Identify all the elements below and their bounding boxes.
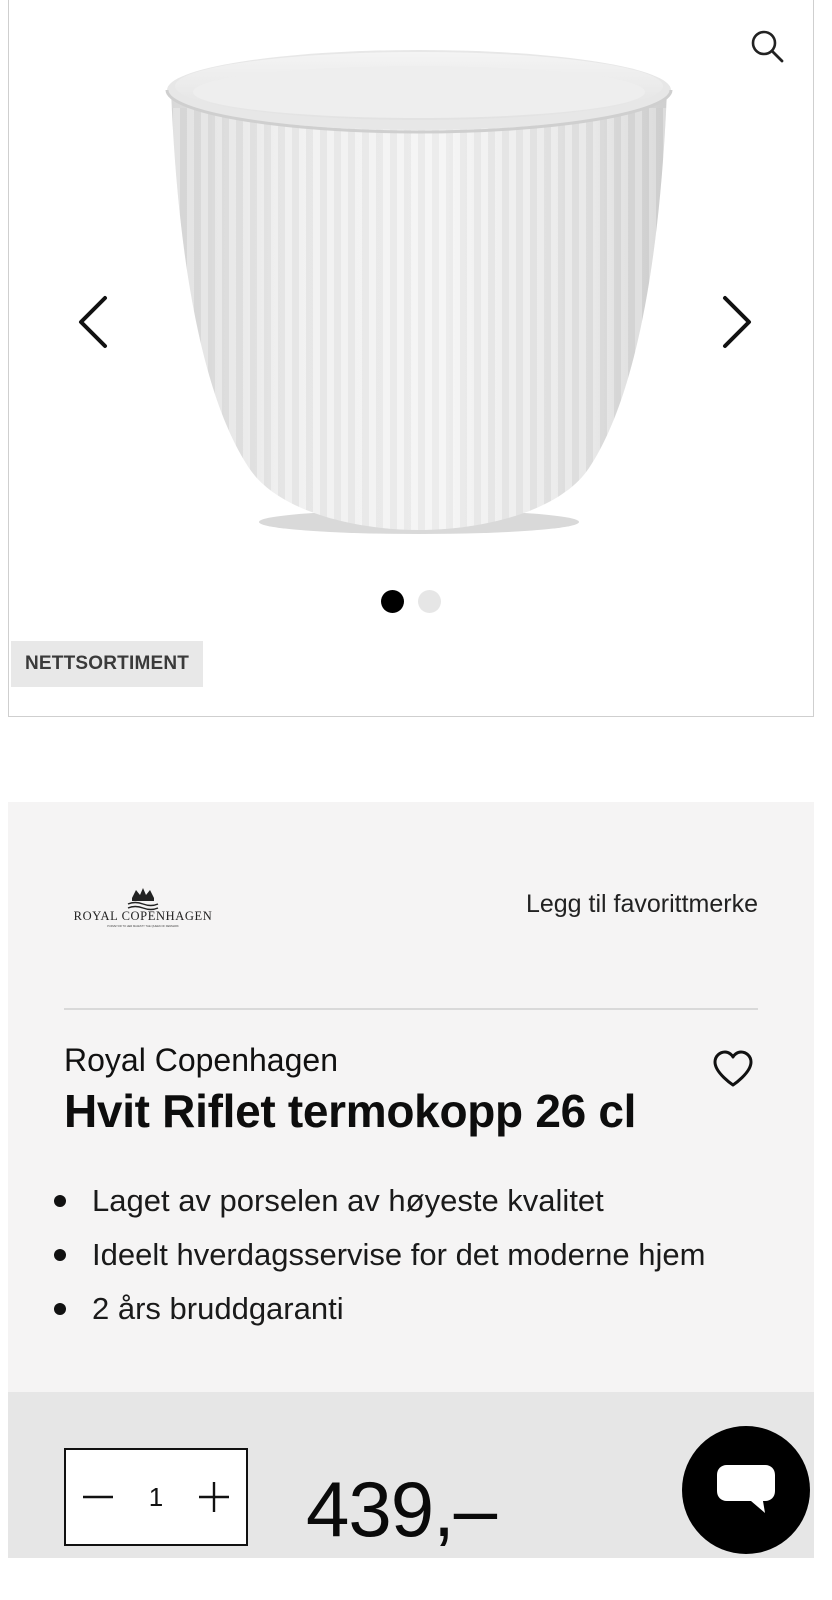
heart-icon: [713, 1050, 753, 1087]
feature-item: 2 års bruddgaranti: [54, 1282, 705, 1336]
product-title: Hvit Riflet termokopp 26 cl: [64, 1085, 637, 1137]
slide-indicator: [9, 590, 813, 613]
slide-dot-2[interactable]: [418, 590, 441, 613]
decrease-quantity-button[interactable]: [78, 1477, 118, 1517]
add-favorite-brand-link[interactable]: Legg til favorittmerke: [526, 890, 758, 919]
feature-item: Laget av porselen av høyeste kvalitet: [54, 1174, 705, 1228]
zoom-button[interactable]: [745, 24, 789, 68]
next-image-button[interactable]: [709, 290, 765, 354]
plus-icon: [199, 1482, 229, 1512]
brand-logo-subtext: PURVEYOR TO HER MAJESTY THE QUEEN OF DEN…: [107, 924, 179, 928]
chat-button[interactable]: [682, 1426, 810, 1554]
chevron-right-icon: [723, 296, 751, 348]
feature-item: Ideelt hverdagsservise for det moderne h…: [54, 1228, 705, 1282]
previous-image-button[interactable]: [65, 290, 121, 354]
quantity-input[interactable]: [136, 1480, 176, 1514]
bullet-icon: [54, 1303, 66, 1315]
chat-bubble-icon: [717, 1465, 775, 1513]
quantity-stepper: [64, 1448, 248, 1546]
crown-icon: [127, 888, 159, 911]
brand-logo-text: ROYAL COPENHAGEN: [74, 909, 213, 923]
brand-name[interactable]: Royal Copenhagen: [64, 1042, 338, 1079]
price: 439,–: [306, 1465, 497, 1553]
divider: [64, 1008, 758, 1010]
chevron-left-icon: [79, 296, 107, 348]
increase-quantity-button[interactable]: [194, 1477, 234, 1517]
slide-dot-1[interactable]: [381, 590, 404, 613]
favorite-button[interactable]: [708, 1044, 758, 1094]
bullet-icon: [54, 1195, 66, 1207]
minus-icon: [83, 1495, 113, 1499]
feature-list: Laget av porselen av høyeste kvalitet Id…: [54, 1174, 705, 1336]
product-image[interactable]: [159, 28, 679, 538]
brand-logo[interactable]: ROYAL COPENHAGEN PURVEYOR TO HER MAJESTY…: [68, 884, 218, 930]
product-info-card: ROYAL COPENHAGEN PURVEYOR TO HER MAJESTY…: [8, 802, 814, 1392]
search-icon: [751, 30, 784, 63]
bullet-icon: [54, 1249, 66, 1261]
product-gallery: NETTSORTIMENT: [8, 0, 814, 717]
online-assortment-badge: NETTSORTIMENT: [11, 641, 204, 687]
